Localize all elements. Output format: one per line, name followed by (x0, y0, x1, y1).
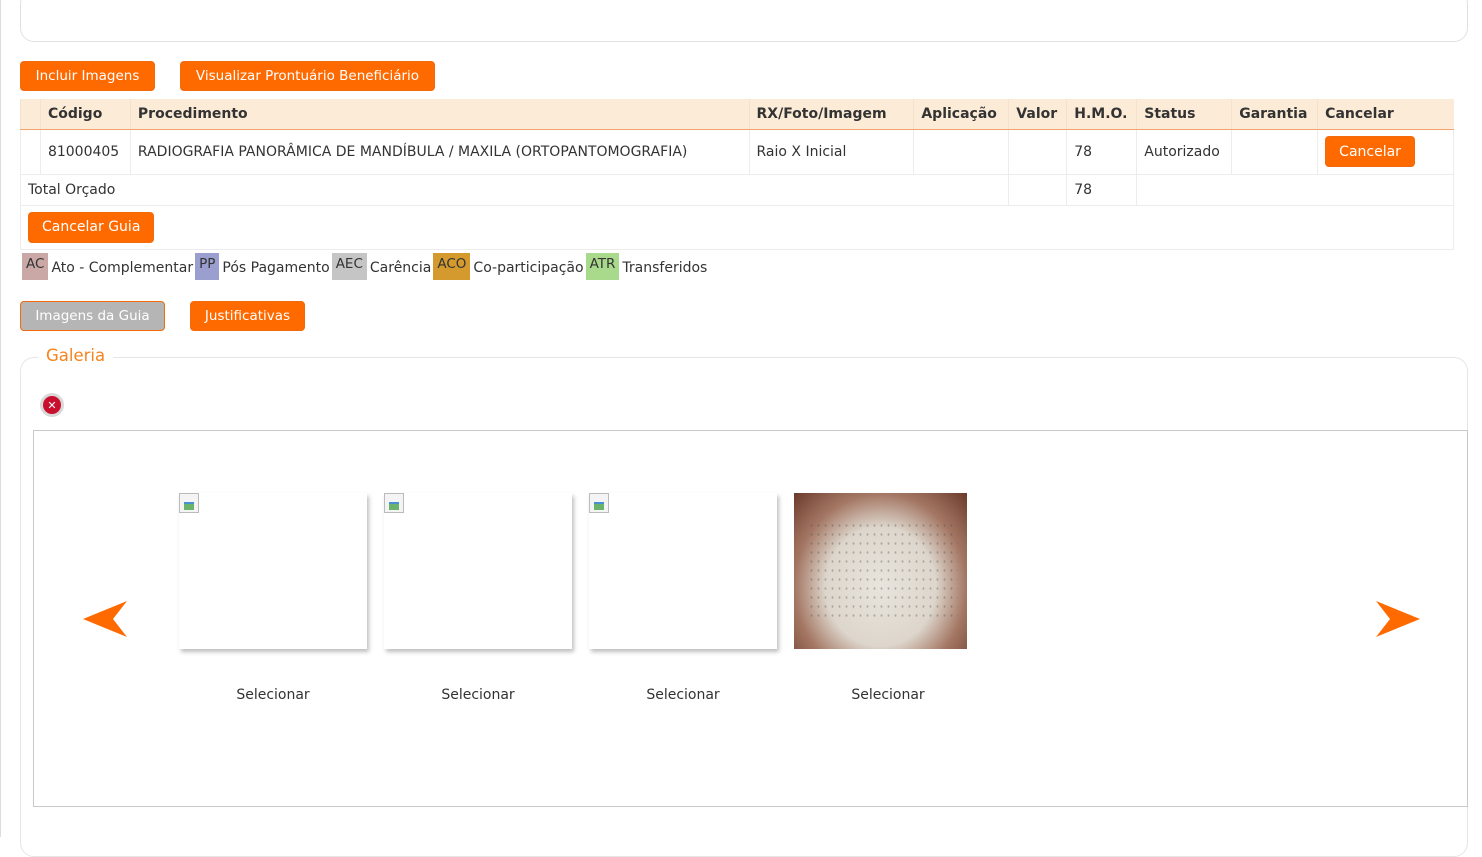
legend-label-pp: Pós Pagamento (222, 260, 330, 276)
header-spacer (20, 99, 41, 130)
gallery-title: Galeria (38, 346, 114, 365)
broken-image-icon (179, 493, 199, 513)
select-link-1[interactable]: Selecionar (179, 687, 367, 703)
photo-texture (808, 521, 958, 621)
legend-label-aco: Co-participação (473, 260, 584, 276)
header-cancelar: Cancelar (1317, 99, 1454, 130)
total-rest (1136, 173, 1454, 206)
cell-cancelar: Cancelar (1317, 128, 1454, 175)
cancel-guia-button[interactable]: Cancelar Guia (28, 211, 155, 243)
cell-garantia (1231, 128, 1319, 175)
arrow-left-icon[interactable] (83, 599, 129, 639)
cell-codigo: 81000405 (39, 128, 131, 175)
gallery-thumbnail-3[interactable] (589, 493, 777, 649)
legend-swatch-aco: ACO (433, 253, 471, 280)
cell-hmo: 78 (1066, 128, 1138, 175)
status-legend: AC Ato - Complementar PP Pós Pagamento A… (22, 253, 709, 280)
row-spacer (20, 128, 41, 175)
arrow-right-icon[interactable] (1374, 599, 1420, 639)
select-link-2[interactable]: Selecionar (384, 687, 572, 703)
cell-aplicacao (913, 128, 1010, 175)
legend-swatch-pp: PP (195, 253, 220, 280)
procedures-table: Código Procedimento RX/Foto/Imagem Aplic… (19, 99, 1454, 250)
incluir-imagens-button[interactable]: Incluir Imagens (20, 61, 155, 91)
header-procedimento: Procedimento (129, 99, 749, 130)
visualizar-prontuario-button[interactable]: Visualizar Prontuário Beneficiário (180, 61, 435, 91)
header-aplicacao: Aplicação (913, 99, 1009, 130)
cell-valor (1008, 128, 1068, 175)
gallery-thumbnail-4[interactable] (794, 493, 967, 649)
header-status: Status (1136, 99, 1232, 130)
gallery-thumbnail-1[interactable] (179, 493, 367, 649)
legend-label-ac: Ato - Complementar (51, 260, 194, 276)
actions-cell: Cancelar Guia (20, 204, 1454, 250)
gallery-thumbnail-2[interactable] (384, 493, 572, 649)
cell-procedimento: RADIOGRAFIA PANORÂMICA DE MANDÍBULA / MA… (129, 128, 750, 175)
header-rx: RX/Foto/Imagem (748, 99, 914, 130)
close-glyph: ✕ (43, 396, 61, 414)
select-link-3[interactable]: Selecionar (589, 687, 777, 703)
tab-imagens-da-guia[interactable]: Imagens da Guia (20, 301, 165, 331)
select-link-4[interactable]: Selecionar (794, 687, 982, 703)
header-codigo: Código (39, 99, 131, 130)
cancel-procedure-button[interactable]: Cancelar (1325, 136, 1415, 167)
header-valor: Valor (1008, 99, 1067, 130)
broken-image-icon (589, 493, 609, 513)
header-hmo: H.M.O. (1066, 99, 1137, 130)
close-icon[interactable]: ✕ (40, 393, 64, 417)
legend-swatch-atr: ATR (585, 253, 620, 280)
total-valor (1008, 173, 1068, 206)
table-header-row: Código Procedimento RX/Foto/Imagem Aplic… (20, 99, 1454, 130)
gallery-viewer: Selecionar Selecionar Selecionar Selecio… (33, 430, 1468, 807)
table-row: 81000405 RADIOGRAFIA PANORÂMICA DE MANDÍ… (20, 128, 1454, 175)
total-row: Total Orçado 78 (19, 173, 1454, 206)
cell-rx: Raio X Inicial (748, 128, 915, 175)
legend-label-aec: Carência (369, 260, 432, 276)
legend-label-atr: Transferidos (622, 260, 708, 276)
top-panel (20, 0, 1468, 42)
broken-image-icon (384, 493, 404, 513)
total-hmo: 78 (1066, 173, 1138, 206)
total-label: Total Orçado (19, 173, 1010, 206)
legend-swatch-ac: AC (22, 253, 49, 280)
page-left-border (0, 0, 1, 837)
header-garantia: Garantia (1231, 99, 1318, 130)
tab-justificativas[interactable]: Justificativas (190, 301, 305, 331)
actions-row: Cancelar Guia (20, 204, 1454, 250)
cell-status: Autorizado (1136, 128, 1233, 175)
legend-swatch-aec: AEC (331, 253, 367, 280)
